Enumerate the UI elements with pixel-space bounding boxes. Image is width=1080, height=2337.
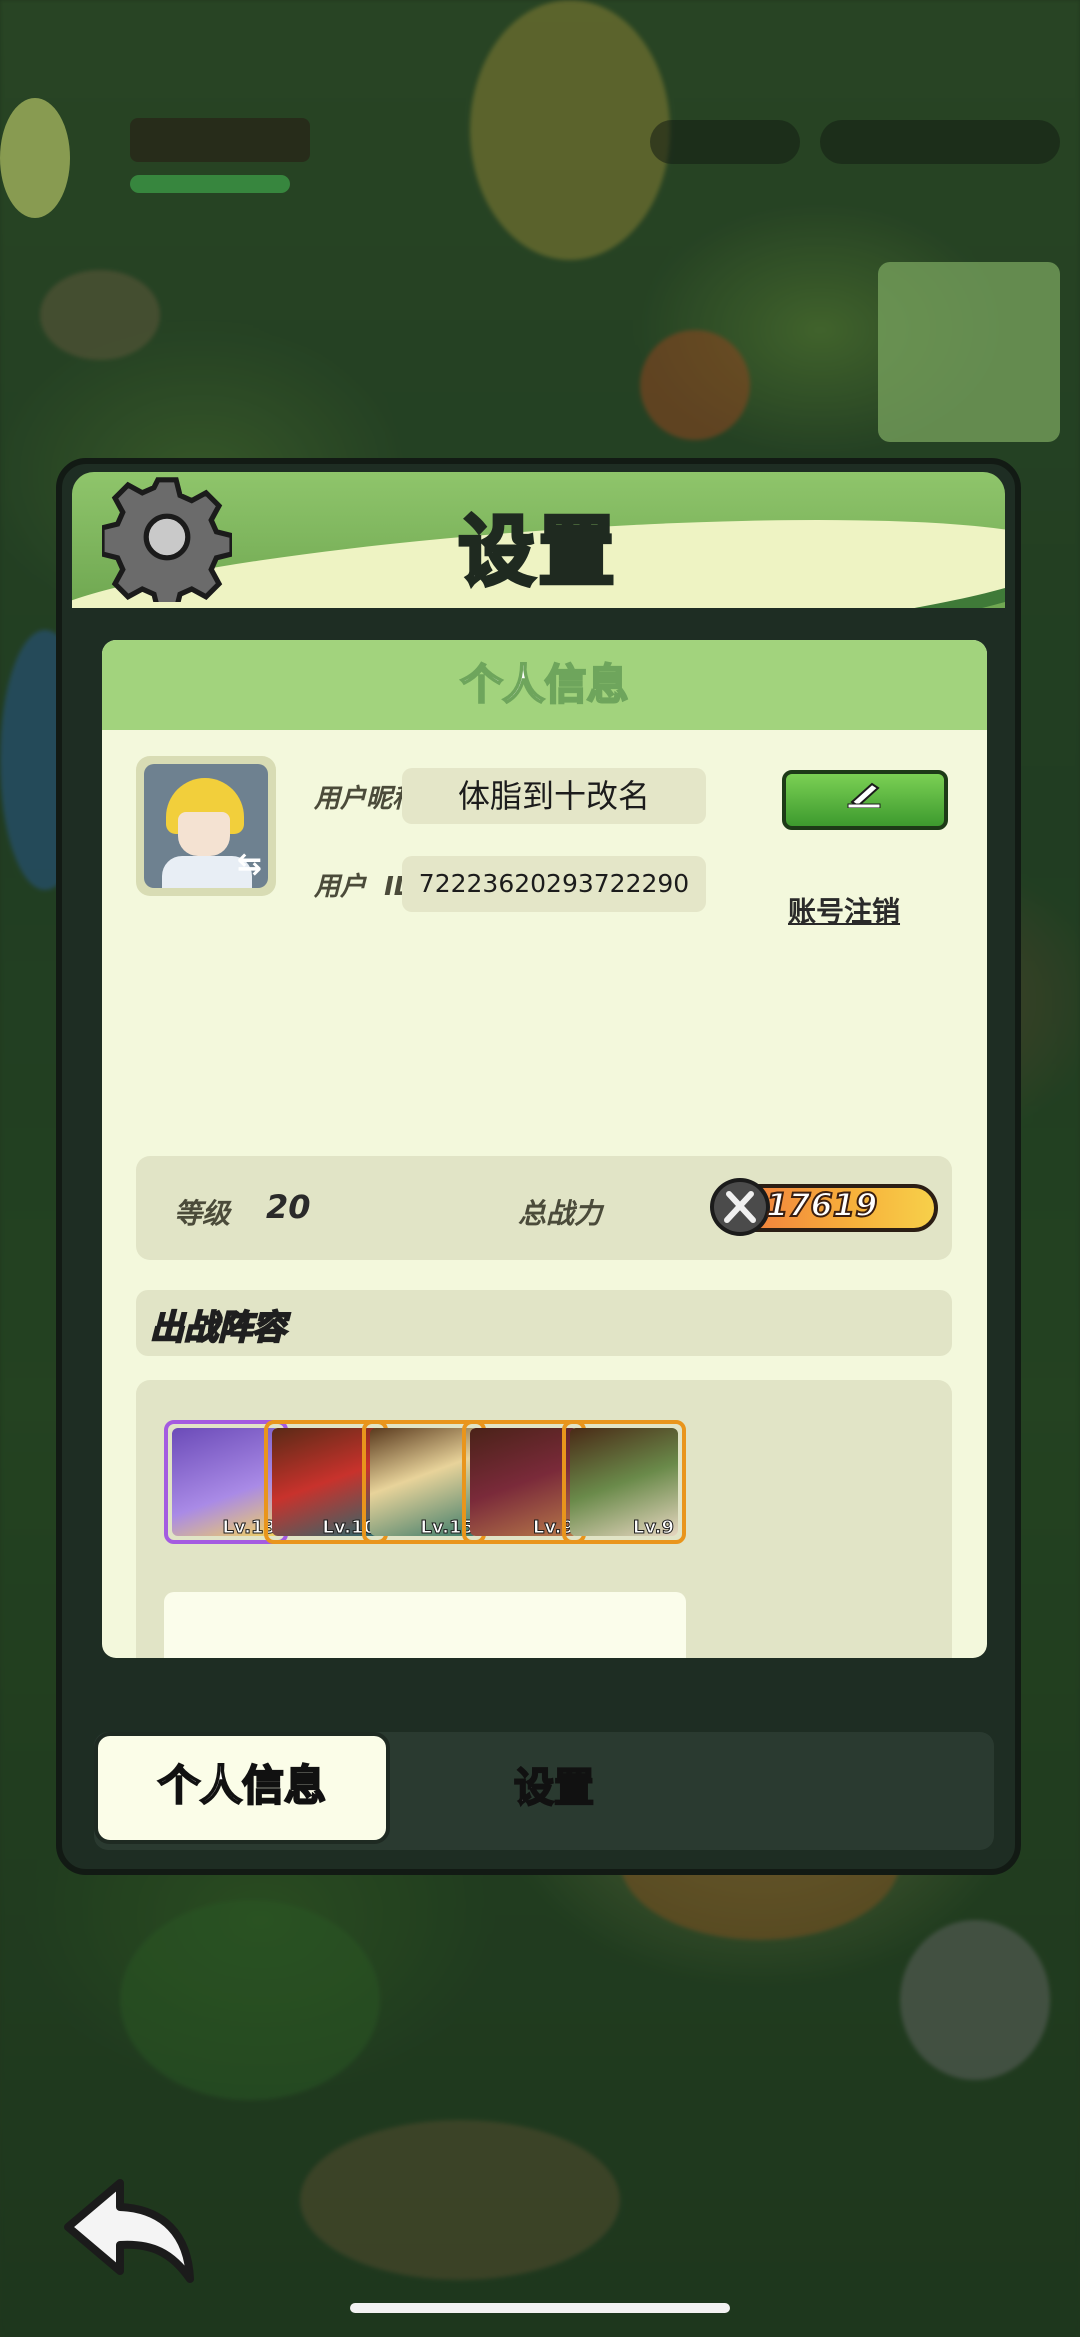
avatar-frame[interactable]: ⇆ [136, 756, 276, 896]
personal-info-card: 个人信息 ⇆ 用户昵称 体脂到十改名 用户 ID 722236202937222… [102, 640, 987, 1658]
user-id-value: 72223620293722290 [402, 856, 706, 912]
panel-title: 设置 [457, 505, 619, 598]
lineup-title: 出战阵容 [149, 1307, 287, 1349]
panel-tabs: 个人信息 设置 [94, 1732, 994, 1850]
sword-power-icon [710, 1178, 770, 1236]
user-id-label: 用户 ID [314, 872, 416, 902]
section-title: 个人信息 [102, 640, 987, 730]
level-label: 等级 [174, 1197, 231, 1230]
hud-resource-coins [820, 120, 1060, 164]
hero-card[interactable]: Lv.9 [562, 1420, 686, 1544]
avatar: ⇆ [144, 764, 268, 888]
home-indicator[interactable] [350, 2303, 730, 2313]
empty-hero-slot[interactable] [562, 1592, 686, 1658]
hud-minimap [878, 262, 1060, 442]
power-label: 总战力 [518, 1197, 603, 1230]
back-arrow-icon[interactable] [60, 2175, 200, 2285]
hud-resource-gems [650, 120, 800, 164]
hud-exp-bar [130, 175, 290, 193]
tab-personal-info[interactable]: 个人信息 [94, 1732, 390, 1844]
level-value: 20 [266, 1188, 311, 1226]
hud-player-avatar [0, 98, 70, 218]
edit-nickname-button[interactable] [782, 770, 948, 830]
settings-panel: 设置 个人信息 ⇆ 用户昵称 体脂到十改名 用户 ID 722236202937… [56, 458, 1021, 1875]
hero-level: Lv.9 [632, 1517, 674, 1539]
lineup-header: 出战阵容 [136, 1290, 952, 1356]
account-deletion-link[interactable]: 账号注销 [788, 890, 900, 930]
nickname-value: 体脂到十改名 [402, 768, 706, 824]
stats-row: 等级 20 总战力 17619 [136, 1156, 952, 1260]
hud-player-name-plate [130, 118, 310, 162]
total-power-badge: 17619 [710, 1178, 940, 1236]
tab-settings[interactable]: 设置 [513, 1732, 595, 1844]
swap-avatar-icon: ⇆ [236, 847, 262, 882]
lineup-grid: Lv.13 Lv.10 Lv.15 Lv.9 Lv.9 [136, 1380, 952, 1658]
panel-header: 设置 [72, 472, 1005, 608]
power-value: 17619 [765, 1185, 878, 1225]
edit-pen-icon [847, 782, 881, 808]
